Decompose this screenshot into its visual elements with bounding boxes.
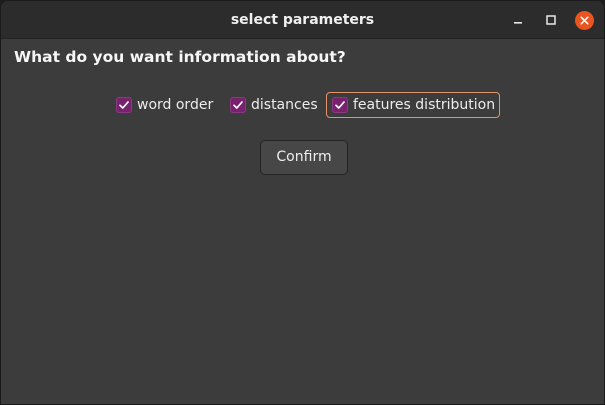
distances-checkbox[interactable]: distances xyxy=(230,92,318,118)
checkmark-icon xyxy=(233,101,243,109)
confirm-button[interactable]: Confirm xyxy=(260,140,348,175)
minimize-icon xyxy=(514,22,522,24)
checkbox-box[interactable] xyxy=(230,97,246,113)
checkbox-label: word order xyxy=(137,97,214,113)
minimize-button[interactable] xyxy=(509,11,527,29)
dialog-window: select parameters What do you want infor… xyxy=(0,0,605,405)
checkbox-box[interactable] xyxy=(116,97,132,113)
checkbox-label: distances xyxy=(251,97,318,113)
checkbox-label: features distribution xyxy=(353,97,496,113)
word-order-checkbox[interactable]: word order xyxy=(116,92,213,118)
maximize-icon xyxy=(546,15,556,25)
title-bar[interactable]: select parameters xyxy=(1,1,604,39)
question-heading: What do you want information about? xyxy=(14,48,346,66)
checkbox-box[interactable] xyxy=(332,97,348,113)
checkmark-icon xyxy=(335,101,345,109)
close-button[interactable] xyxy=(575,11,594,30)
maximize-button[interactable] xyxy=(542,11,560,29)
checkmark-icon xyxy=(119,101,129,109)
features-distribution-checkbox[interactable]: features distribution xyxy=(326,92,501,118)
close-icon xyxy=(580,16,589,25)
